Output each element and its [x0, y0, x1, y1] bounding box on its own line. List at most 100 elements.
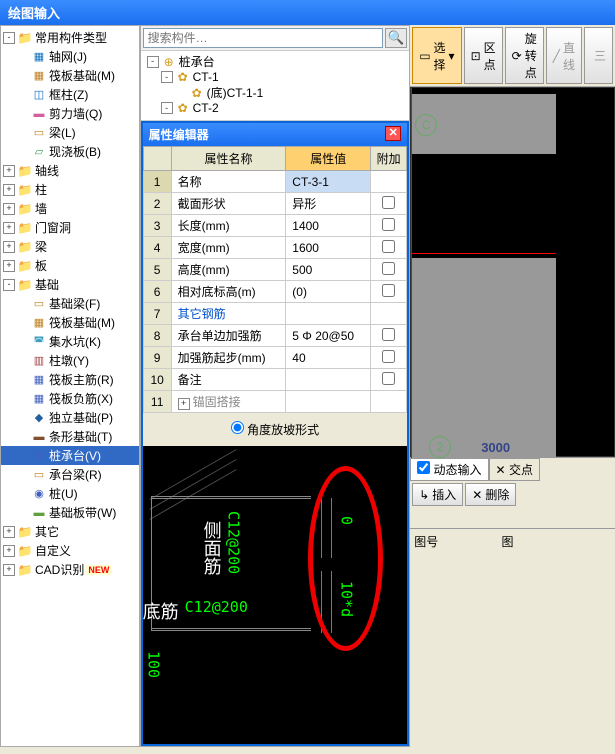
prop-check[interactable]	[371, 325, 407, 347]
search-button[interactable]: 🔍	[385, 28, 407, 48]
tree-item[interactable]: -📁基础	[1, 275, 139, 294]
tree-item[interactable]: ▬基础板带(W)	[1, 503, 139, 522]
tree-item-label: 门窗洞	[35, 219, 71, 236]
tree-item[interactable]: +📁柱	[1, 180, 139, 199]
slope-radio[interactable]: 角度放坡形式	[231, 423, 319, 437]
tree-item[interactable]: ▭基础梁(F)	[1, 294, 139, 313]
prop-check[interactable]	[371, 303, 407, 325]
tree-item[interactable]: -📁常用构件类型	[1, 28, 139, 47]
search-input[interactable]	[143, 28, 384, 48]
prop-check[interactable]	[371, 281, 407, 303]
insert-button[interactable]: ↳ 插入	[412, 483, 463, 506]
tree-item[interactable]: ◫框柱(Z)	[1, 85, 139, 104]
tree-item[interactable]: ▬剪力墙(Q)	[1, 104, 139, 123]
tree-toggle-icon[interactable]: -	[161, 102, 173, 114]
property-row[interactable]: 9加强筋起步(mm)40	[143, 347, 407, 369]
tree-item[interactable]: ▬条形基础(T)	[1, 427, 139, 446]
col-value-header: 属性值	[286, 147, 371, 171]
subtree-item[interactable]: -✿CT-1	[145, 70, 406, 84]
toolbar-button[interactable]: ▭ 选择 ▾	[412, 27, 461, 84]
main-cad-view[interactable]: C 2 3000	[410, 87, 615, 457]
prop-value[interactable]: 500	[286, 259, 371, 281]
tree-item[interactable]: ▦筏板负筋(X)	[1, 389, 139, 408]
tree-item[interactable]: ▭承台梁(R)	[1, 465, 139, 484]
property-row[interactable]: 4宽度(mm)1600	[143, 237, 407, 259]
property-row[interactable]: 8承台单边加强筋5 Φ 20@50	[143, 325, 407, 347]
prop-value[interactable]: 1600	[286, 237, 371, 259]
toolbar-button: 三	[584, 27, 613, 84]
toolbar-button[interactable]: ⟳ 旋转点	[505, 27, 544, 84]
tree-item[interactable]: +📁CAD识别NEW	[1, 560, 139, 579]
prop-check[interactable]	[371, 215, 407, 237]
prop-value[interactable]: 1400	[286, 215, 371, 237]
prop-value[interactable]	[286, 391, 371, 413]
tree-item[interactable]: ▦筏板基础(M)	[1, 66, 139, 85]
prop-check[interactable]	[371, 259, 407, 281]
prop-value[interactable]: CT-3-1	[286, 171, 371, 193]
subtree-item[interactable]: -✿CT-2	[145, 101, 406, 115]
property-row[interactable]: 6相对底标高(m)(0)	[143, 281, 407, 303]
prop-value[interactable]: (0)	[286, 281, 371, 303]
tree-item[interactable]: +📁墙	[1, 199, 139, 218]
tree-item[interactable]: ⊕桩承台(V)	[1, 446, 139, 465]
dim-3000: 3000	[481, 440, 510, 455]
property-row[interactable]: 7其它钢筋	[143, 303, 407, 325]
tree-item[interactable]: +📁板	[1, 256, 139, 275]
prop-check[interactable]	[371, 369, 407, 391]
tree-item[interactable]: ◆独立基础(P)	[1, 408, 139, 427]
tree-item[interactable]: ▦筏板主筋(R)	[1, 370, 139, 389]
tab-crosspoint[interactable]: ✕ 交点	[489, 458, 540, 481]
tree-item[interactable]: ▭梁(L)	[1, 123, 139, 142]
prop-check[interactable]	[371, 171, 407, 193]
subtree-item[interactable]: -⊕桩承台	[145, 53, 406, 70]
tree-toggle-icon[interactable]: -	[3, 32, 15, 44]
tree-item[interactable]: ◚集水坑(K)	[1, 332, 139, 351]
prop-check[interactable]	[371, 347, 407, 369]
prop-value[interactable]	[286, 303, 371, 325]
property-row[interactable]: 3长度(mm)1400	[143, 215, 407, 237]
prop-check[interactable]	[371, 193, 407, 215]
prop-check[interactable]	[371, 237, 407, 259]
tree-item[interactable]: +📁梁	[1, 237, 139, 256]
row-number: 5	[143, 259, 171, 281]
tree-toggle-icon[interactable]: +	[3, 526, 15, 538]
tab-dynamic-input[interactable]: 动态输入	[410, 458, 488, 481]
tree-item[interactable]: +📁自定义	[1, 541, 139, 560]
subtree-item[interactable]: ✿(底)CT-1-1	[145, 84, 406, 101]
tree-item[interactable]: ▦筏板基础(M)	[1, 313, 139, 332]
tree-toggle-icon[interactable]: +	[3, 260, 15, 272]
delete-button[interactable]: ✕ 删除	[465, 483, 516, 506]
prop-value[interactable]	[286, 369, 371, 391]
tree-item-label: 条形基础(T)	[49, 428, 112, 445]
tree-item[interactable]: +📁轴线	[1, 161, 139, 180]
tree-item[interactable]: ▱现浇板(B)	[1, 142, 139, 161]
tree-item[interactable]: ▥柱墩(Y)	[1, 351, 139, 370]
tree-toggle-icon[interactable]: +	[3, 564, 15, 576]
property-row[interactable]: 11+锚固搭接	[143, 391, 407, 413]
prop-value[interactable]: 异形	[286, 193, 371, 215]
prop-value[interactable]: 40	[286, 347, 371, 369]
close-icon[interactable]: ✕	[385, 126, 401, 141]
prop-check[interactable]	[371, 391, 407, 413]
tree-toggle-icon[interactable]: +	[3, 545, 15, 557]
tree-item[interactable]: ▦轴网(J)	[1, 47, 139, 66]
property-row[interactable]: 5高度(mm)500	[143, 259, 407, 281]
tree-item[interactable]: +📁其它	[1, 522, 139, 541]
property-row[interactable]: 2截面形状异形	[143, 193, 407, 215]
tree-toggle-icon[interactable]: -	[161, 71, 173, 83]
property-row[interactable]: 1名称CT-3-1	[143, 171, 407, 193]
tree-item[interactable]: +📁门窗洞	[1, 218, 139, 237]
tree-toggle-icon[interactable]: +	[3, 203, 15, 215]
prop-value[interactable]: 5 Φ 20@50	[286, 325, 371, 347]
toolbar-button[interactable]: ⊡ 区点	[464, 27, 503, 84]
tree-toggle-icon[interactable]: -	[147, 56, 159, 68]
tree-toggle-icon[interactable]: -	[3, 279, 15, 291]
tree-toggle-icon[interactable]: +	[3, 165, 15, 177]
tree-toggle-icon[interactable]: +	[3, 184, 15, 196]
tree-item[interactable]: ◉桩(U)	[1, 484, 139, 503]
tree-toggle-icon[interactable]: +	[3, 241, 15, 253]
property-row[interactable]: 10备注	[143, 369, 407, 391]
tree-item-icon: 📁	[17, 544, 33, 558]
prop-name: 高度(mm)	[171, 259, 286, 281]
tree-toggle-icon[interactable]: +	[3, 222, 15, 234]
